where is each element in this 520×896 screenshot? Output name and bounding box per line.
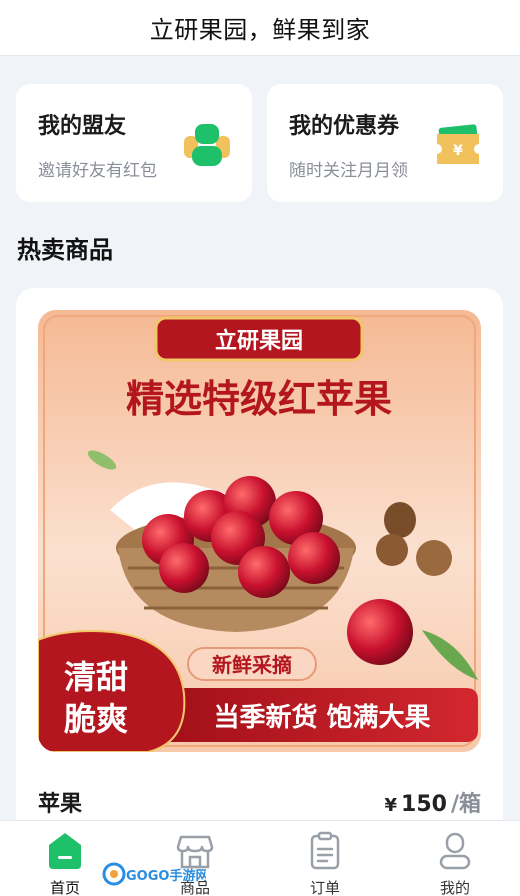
apple-decoration xyxy=(347,599,413,665)
section-title: 热卖商品 xyxy=(17,236,113,264)
home-icon xyxy=(49,833,81,869)
price-value: 150 xyxy=(401,792,447,817)
watermark-logo: GOGO手游网 xyxy=(102,862,206,886)
allies-card-subtitle: 邀请好友有红包 xyxy=(38,161,157,181)
tab-profile[interactable]: 我的 xyxy=(390,821,520,896)
badge-line1: 清甜 xyxy=(64,658,128,696)
banner-headline: 精选特级红苹果 xyxy=(126,377,392,421)
allies-card-title: 我的盟友 xyxy=(38,114,127,139)
allies-card[interactable]: 我的盟友 邀请好友有红包 xyxy=(16,84,252,202)
watermark-text: GOGO手游网 xyxy=(126,868,206,884)
product-price: ¥ 150 /箱 xyxy=(384,786,481,818)
slogan-text: 当季新货 饱满大果 xyxy=(213,702,430,733)
top-bar: 立研果园，鲜果到家 xyxy=(0,0,520,56)
svg-text:¥: ¥ xyxy=(453,143,463,159)
shop-ribbon-text: 立研果园 xyxy=(215,328,303,354)
product-banner-image[interactable]: 立研果园 精选特级红苹果 新鲜采摘 当季新货 饱满大果 清甜 脆爽 xyxy=(38,310,481,752)
fresh-tag-text: 新鲜采摘 xyxy=(212,653,292,677)
coupon-card[interactable]: 我的优惠券 随时关注月月领 ¥ xyxy=(267,84,503,202)
banner-art: 立研果园 精选特级红苹果 新鲜采摘 当季新货 饱满大果 清甜 脆爽 xyxy=(38,310,481,752)
coupon-icon: ¥ xyxy=(437,124,479,164)
page-title: 立研果园，鲜果到家 xyxy=(149,16,371,44)
allies-icon xyxy=(184,124,230,166)
price-unit: /箱 xyxy=(450,792,481,817)
coupon-card-subtitle: 随时关注月月领 xyxy=(289,161,408,181)
product-card[interactable]: 立研果园 精选特级红苹果 新鲜采摘 当季新货 饱满大果 清甜 脆爽 苹果 ¥ 1… xyxy=(16,288,503,848)
product-name: 苹果 xyxy=(38,792,83,817)
price-currency: ¥ xyxy=(384,795,398,816)
tab-profile-label: 我的 xyxy=(439,879,470,896)
profile-icon xyxy=(439,832,471,870)
coupon-card-title: 我的优惠券 xyxy=(289,114,400,139)
tab-orders-label: 订单 xyxy=(309,879,340,896)
order-icon xyxy=(310,831,340,870)
bottom-tab-bar: 首页 商品 订单 我的 xyxy=(0,820,520,896)
badge-line2: 脆爽 xyxy=(64,700,128,738)
tab-orders[interactable]: 订单 xyxy=(260,821,390,896)
